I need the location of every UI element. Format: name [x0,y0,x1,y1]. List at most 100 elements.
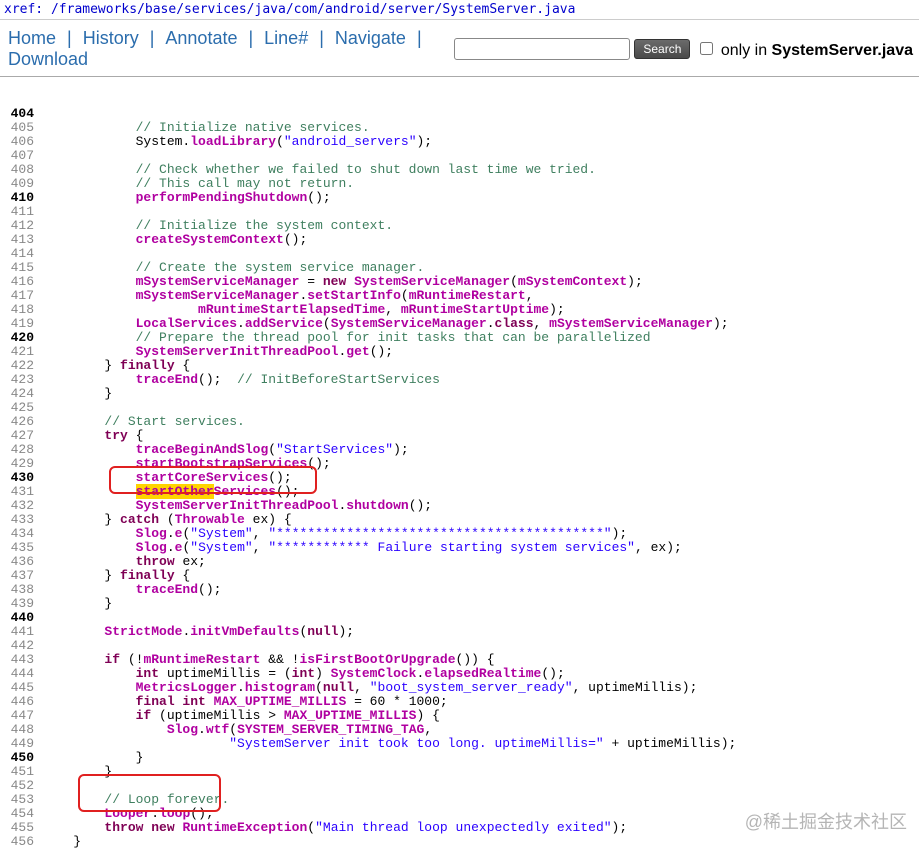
xref-segment[interactable]: services [184,2,247,17]
line-number[interactable]: 434 [0,527,42,541]
code-line[interactable]: 442 [0,639,919,653]
line-number[interactable]: 455 [0,821,42,835]
line-number[interactable]: 454 [0,807,42,821]
code-line[interactable]: 434 Slog.e("System", "******************… [0,527,919,541]
line-number[interactable]: 433 [0,513,42,527]
line-number[interactable]: 430 [0,471,42,485]
line-number[interactable]: 410 [0,191,42,205]
code-line[interactable]: 424 } [0,387,919,401]
code-line[interactable]: 407 [0,149,919,163]
line-number[interactable]: 450 [0,751,42,765]
line-number[interactable]: 432 [0,499,42,513]
code-line[interactable]: 446 final int MAX_UPTIME_MILLIS = 60 * 1… [0,695,919,709]
line-number[interactable]: 405 [0,121,42,135]
code-line[interactable]: 406 System.loadLibrary("android_servers"… [0,135,919,149]
code-line[interactable]: 416 mSystemServiceManager = new SystemSe… [0,275,919,289]
line-number[interactable]: 415 [0,261,42,275]
nav-navigate[interactable]: Navigate [333,28,408,48]
nav-line#[interactable]: Line# [262,28,310,48]
code-line[interactable]: 433 } catch (Throwable ex) { [0,513,919,527]
code-line[interactable]: 432 SystemServerInitThreadPool.shutdown(… [0,499,919,513]
line-number[interactable]: 438 [0,583,42,597]
code-line[interactable]: 437 } finally { [0,569,919,583]
code-line[interactable]: 452 [0,779,919,793]
code-line[interactable]: 431 startOtherServices(); [0,485,919,499]
code-line[interactable]: 421 SystemServerInitThreadPool.get(); [0,345,919,359]
code-line[interactable]: 447 if (uptimeMillis > MAX_UPTIME_MILLIS… [0,709,919,723]
line-number[interactable]: 439 [0,597,42,611]
xref-segment[interactable]: / [317,2,325,17]
xref-segment[interactable]: android [325,2,380,17]
code-line[interactable]: 440 [0,611,919,625]
code-line[interactable]: 456 } [0,835,919,849]
xref-segment[interactable]: / [51,2,59,17]
line-number[interactable]: 408 [0,163,42,177]
code-line[interactable]: 408 // Check whether we failed to shut d… [0,163,919,177]
code-line[interactable]: 410 performPendingShutdown(); [0,191,919,205]
code-line[interactable]: 422 } finally { [0,359,919,373]
line-number[interactable]: 420 [0,331,42,345]
line-number[interactable]: 426 [0,415,42,429]
only-in-checkbox[interactable] [700,42,713,55]
code-line[interactable]: 419 LocalServices.addService(SystemServi… [0,317,919,331]
line-number[interactable]: 441 [0,625,42,639]
line-number[interactable]: 404 [0,107,42,121]
line-number[interactable]: 416 [0,275,42,289]
line-number[interactable]: 411 [0,205,42,219]
line-number[interactable]: 423 [0,373,42,387]
search-input[interactable] [454,38,630,60]
xref-segment[interactable]: frameworks [59,2,137,17]
line-number[interactable]: 436 [0,555,42,569]
line-number[interactable]: 437 [0,569,42,583]
code-line[interactable]: 448 Slog.wtf(SYSTEM_SERVER_TIMING_TAG, [0,723,919,737]
code-line[interactable]: 409 // This call may not return. [0,177,919,191]
code-line[interactable]: 405 // Initialize native services. [0,121,919,135]
xref-segment[interactable]: / [380,2,388,17]
line-number[interactable]: 456 [0,835,42,849]
line-number[interactable]: 452 [0,779,42,793]
line-number[interactable]: 406 [0,135,42,149]
code-line[interactable]: 449 "SystemServer init took too long. up… [0,737,919,751]
nav-history[interactable]: History [81,28,141,48]
code-line[interactable]: 451 } [0,765,919,779]
line-number[interactable]: 431 [0,485,42,499]
line-number[interactable]: 417 [0,289,42,303]
xref-segment[interactable]: SystemServer.java [442,2,575,17]
code-line[interactable]: 412 // Initialize the system context. [0,219,919,233]
line-number[interactable]: 421 [0,345,42,359]
code-line[interactable]: 426 // Start services. [0,415,919,429]
line-number[interactable]: 440 [0,611,42,625]
code-line[interactable]: 429 startBootstrapServices(); [0,457,919,471]
line-number[interactable]: 451 [0,765,42,779]
xref-segment[interactable]: java [255,2,286,17]
xref-segment[interactable]: com [294,2,317,17]
line-number[interactable]: 444 [0,667,42,681]
line-number[interactable]: 429 [0,457,42,471]
code-line[interactable]: 420 // Prepare the thread pool for init … [0,331,919,345]
code-line[interactable]: 427 try { [0,429,919,443]
line-number[interactable]: 449 [0,737,42,751]
code-line[interactable]: 450 } [0,751,919,765]
code-line[interactable]: 436 throw ex; [0,555,919,569]
code-line[interactable]: 430 startCoreServices(); [0,471,919,485]
nav-download[interactable]: Download [6,49,90,69]
line-number[interactable]: 442 [0,639,42,653]
code-line[interactable]: 443 if (!mRuntimeRestart && !isFirstBoot… [0,653,919,667]
line-number[interactable]: 447 [0,709,42,723]
code-line[interactable]: 414 [0,247,919,261]
xref-segment[interactable]: / [286,2,294,17]
code-line[interactable]: 453 // Loop forever. [0,793,919,807]
code-line[interactable]: 439 } [0,597,919,611]
code-line[interactable]: 413 createSystemContext(); [0,233,919,247]
line-number[interactable]: 409 [0,177,42,191]
code-line[interactable]: 404 [0,107,919,121]
xref-segment[interactable]: base [145,2,176,17]
search-button[interactable]: Search [634,39,690,59]
line-number[interactable]: 425 [0,401,42,415]
line-number[interactable]: 424 [0,387,42,401]
code-line[interactable]: 438 traceEnd(); [0,583,919,597]
line-number[interactable]: 448 [0,723,42,737]
code-line[interactable]: 435 Slog.e("System", "************ Failu… [0,541,919,555]
nav-annotate[interactable]: Annotate [163,28,239,48]
line-number[interactable]: 413 [0,233,42,247]
